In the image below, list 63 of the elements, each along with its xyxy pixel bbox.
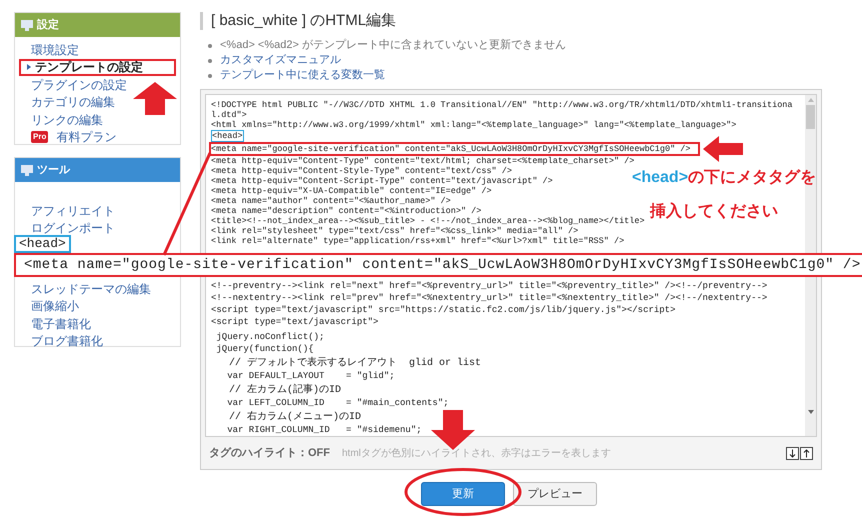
meta-callout: <meta name="google-site-verification" content="akS_UcwLAoW3H8OmOrDyHIxvCY3MgfIsSOHeewbC1g0" /> [14,253,862,277]
scroll-up-button[interactable] [800,446,813,460]
panel-title: 設定 [37,18,59,33]
sidebar-item[interactable]: ブログ書籍化 [23,332,172,350]
scroll-thumb[interactable] [806,105,815,129]
bullet-icon [208,58,212,62]
down-arrow [431,410,475,450]
up-arrow [133,82,177,115]
sidebar-item[interactable]: 環境設定 [23,41,172,58]
sidebar-item[interactable]: Pro 有料プラン [23,128,172,146]
code-line: <link rel="alternate" type="application/rss+xml" href="<%url>?xml" title="RSS" /> [211,236,624,246]
sidebar-item[interactable]: リンクの編集 [23,111,172,128]
head-callout: <head> [14,235,71,253]
panel-title: ツール [37,162,70,178]
code-line: <!DOCTYPE html PUBLIC "-//W3C//DTD XHTML 1.0 Transitional//EN" "http://www.w3.org/TR/xhtml1/DTD/xhtml1-transitiona [211,100,792,110]
help-link[interactable]: テンプレート中に使える変数一覧 [220,67,385,84]
page-title: [ basic_white ] のHTML編集 [211,10,396,31]
sidebar-item[interactable]: アフィリエイト [23,202,172,220]
code-line: // 左カラム(記事)のID [228,385,342,397]
code-line: <meta http-equiv="Content-Script-Type" content="text/javascript" /> [211,176,553,186]
code-line: <meta http-equiv="X-UA-Compatible" content="IE=edge" /> [211,186,492,196]
left-arrow [703,136,743,162]
code-line: var DEFAULT_LAYOUT = "glid"; [226,370,395,382]
code-line: jQuery.noConflict(); [215,331,324,343]
code-line: <!--nextentry--><link rel="prev" href="<%nextentry_url>" title="<%nextentry_title>" /><!--/nextentry--> [211,292,768,304]
code-line: var LEFT_COLUMN_ID = "#main_contents"; [226,397,449,409]
code-line: <link rel="stylesheet" type="text/css" href="<%css_link>" media="all" /> [211,226,578,236]
scroll-down-icon[interactable] [808,410,814,414]
sidebar-item[interactable]: ログインポート [23,220,172,237]
code-line: <title><!--not_index_area--><%sub_title> - <!--/not_index_area--><%blog_name></title> [211,216,645,226]
code-line: <!--preventry--><link rel="next" href="<%preventry_url>" title="<%preventry_title>" /><!--/preventry--> [211,280,768,292]
code-line: // デフォルトで表示するレイアウト glid or list [228,358,482,370]
code-line: jQuery(function(){ [215,343,314,355]
code-line: <script type="text/javascript" src="https://static.fc2.com/js/lib/jquery.js"></script> [211,304,676,316]
code-line: l.dtd"> [211,110,247,120]
code-line: <meta name="description" content="<%introduction>" /> [211,206,482,216]
triangle-icon [27,64,31,70]
sidebar-item[interactable]: カテゴリの編集 [23,94,172,111]
sidebar-item[interactable]: スレッドテーマの編集 [23,280,172,298]
pro-badge: Pro [31,131,48,144]
highlight-toggle[interactable]: タグのハイライト：OFF [209,444,330,462]
code-line: <meta http-equiv="Content-Type" content="text/html; charset=<%template_charset>" /> [211,156,634,166]
scroll-down-button[interactable] [786,446,799,460]
code-line: <meta name="author" content="<%author_name>" /> [211,196,451,206]
code-line: <meta http-equiv="Content-Style-Type" content="text/css" /> [211,166,512,176]
bullet-icon [208,44,212,48]
annotation-text: <head>の下にメタタグを [632,168,816,188]
monitor-icon [21,20,33,30]
sidebar-item[interactable]: 画像縮小 [23,298,172,315]
sidebar-item[interactable]: プラグインの設定 [23,76,172,94]
code-line: <script type="text/javascript"> [211,316,378,328]
sidebar-item[interactable]: テンプレートの設定 [19,58,176,76]
help-link[interactable]: カスタマイズマニュアル [220,52,341,69]
code-line: // 右カラム(メニュー)のID [228,412,362,424]
note-text: <%ad> <%ad2> がテンプレート中に含まれていないと更新できません [220,38,566,54]
hint-text: htmlタグが色別にハイライトされ、赤字はエラーを表します [342,446,612,460]
code-line: <html xmlns="http://www.w3.org/1999/xhtml" xml:lang="<%template_language>" lang="<%template_language>"> [211,120,736,130]
annotation-text: 挿入してください [650,202,778,222]
sidebar-item[interactable]: 電子書籍化 [23,315,172,332]
preview-button[interactable]: プレビュー [513,482,597,506]
code-line: var RIGHT_COLUMN_ID = "#sidemenu"; [226,424,422,436]
update-button[interactable]: 更新 [421,482,505,506]
bullet-icon [208,74,212,78]
